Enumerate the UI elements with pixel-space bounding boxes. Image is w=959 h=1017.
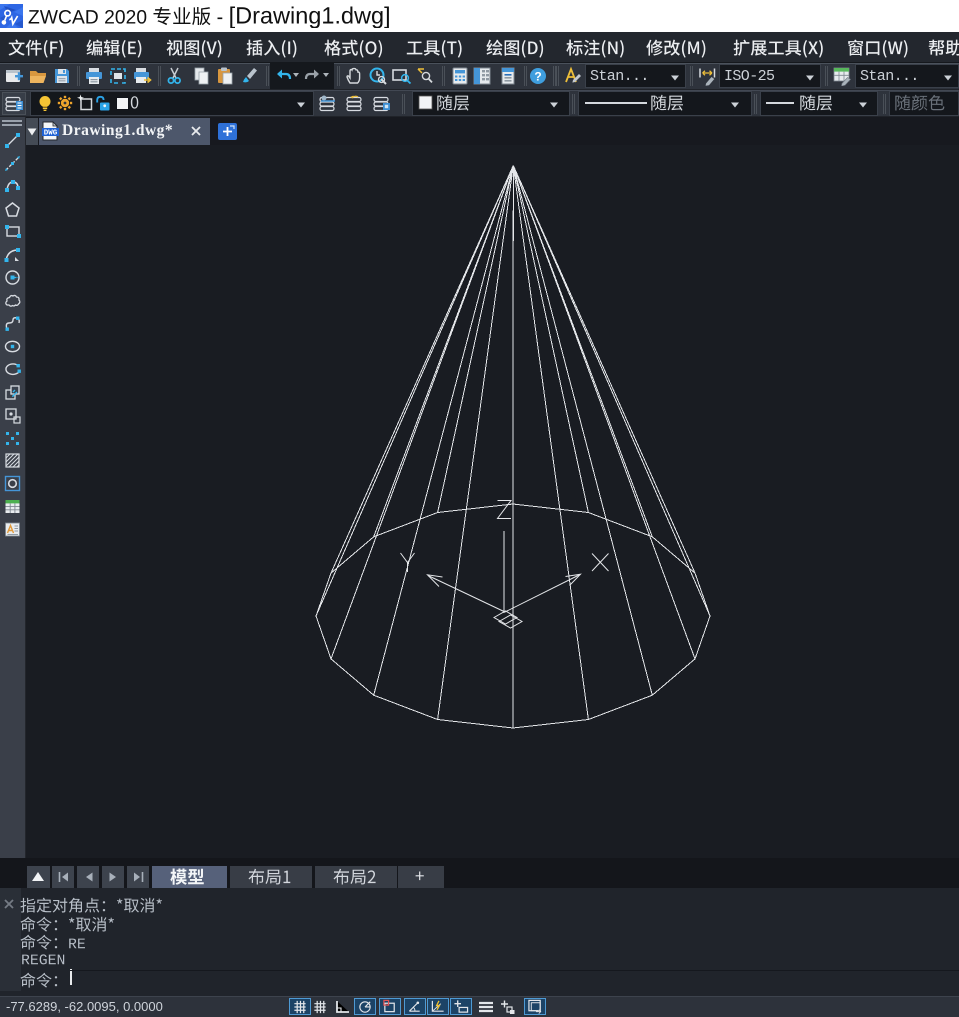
svg-text:?: ? — [534, 70, 541, 84]
svg-text:DWG: DWG — [44, 130, 58, 138]
